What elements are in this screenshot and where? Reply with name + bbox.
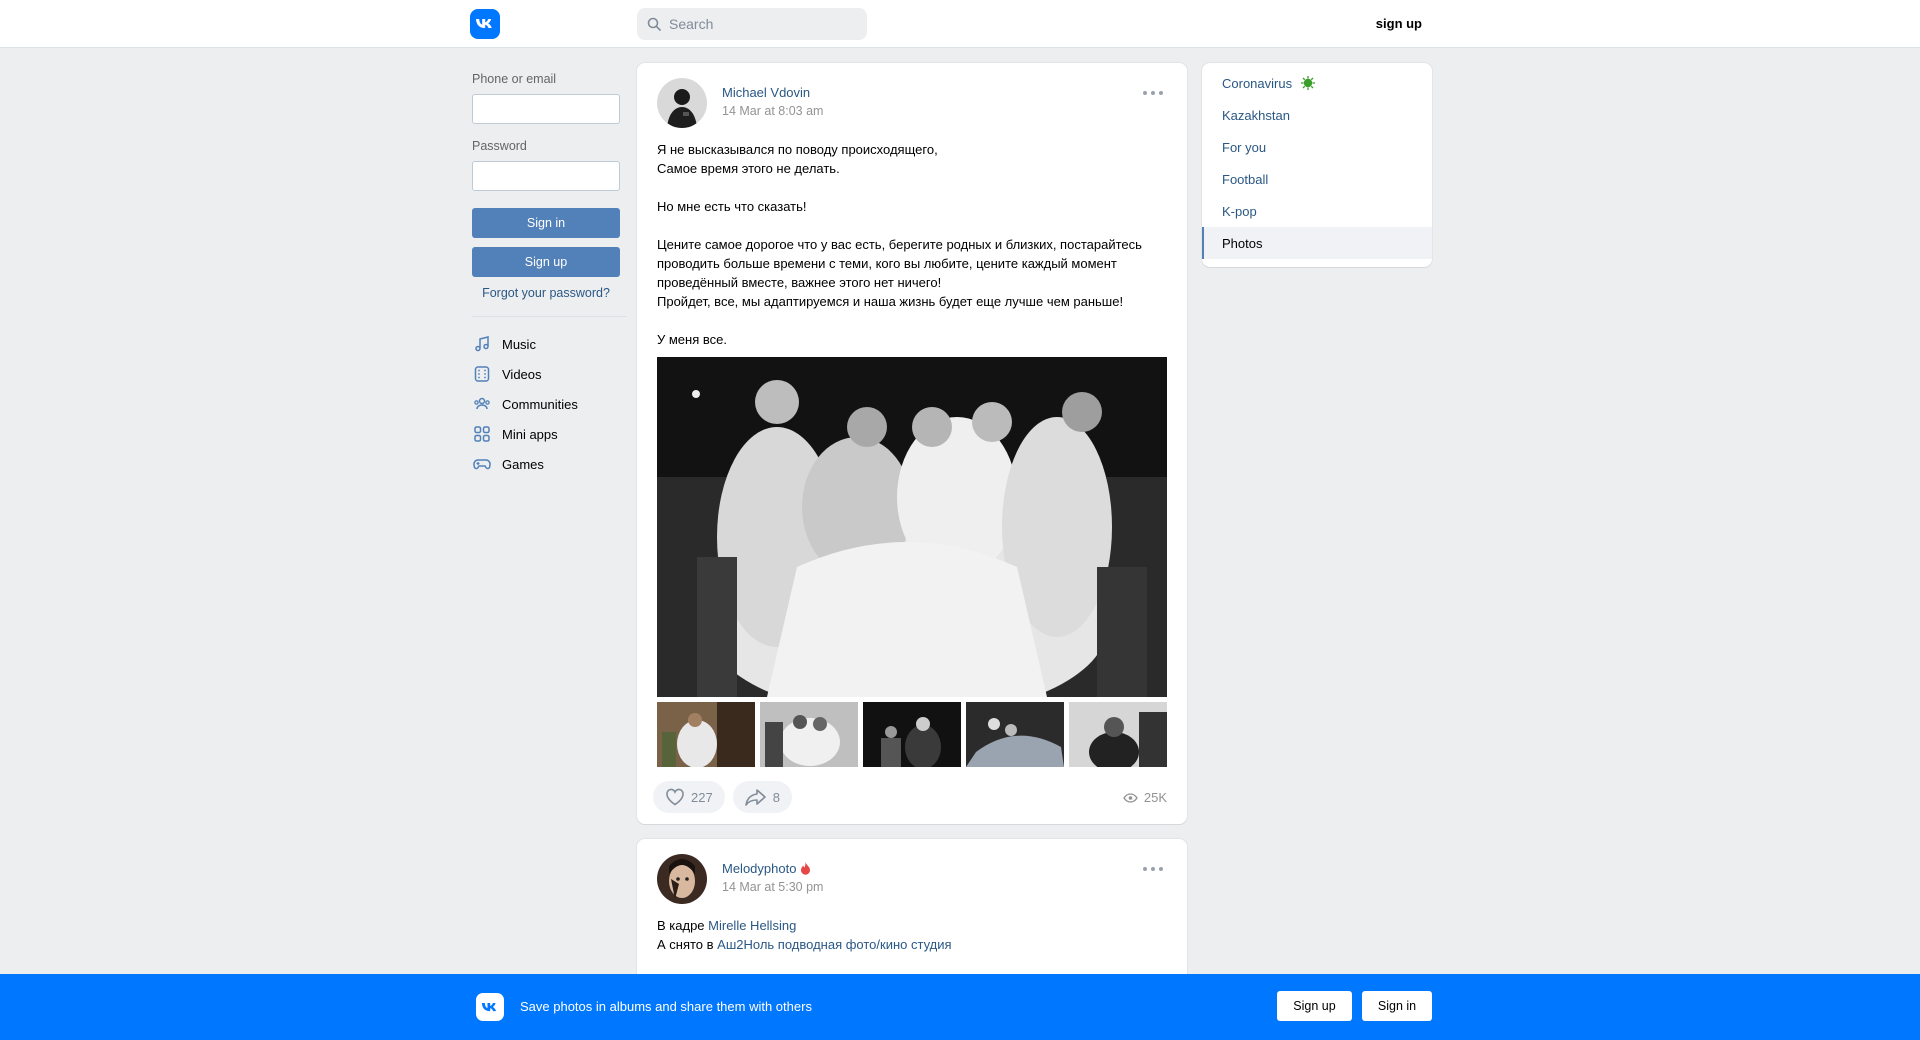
header-signup-link[interactable]: sign up [1376, 16, 1422, 31]
photo-thumbnail[interactable] [966, 702, 1064, 767]
fire-icon [801, 862, 811, 875]
photo-thumbnail[interactable] [1069, 702, 1167, 767]
feed-tab-kpop[interactable]: K-pop [1202, 195, 1432, 227]
photo-thumbnail[interactable] [760, 702, 858, 767]
vk-logo [476, 993, 504, 1021]
feed-tab-photos[interactable]: Photos [1202, 227, 1432, 259]
feed-tab-for-you[interactable]: For you [1202, 131, 1432, 163]
post-line: В кадре Mirelle Hellsing [657, 916, 1167, 935]
feed-tab-kazakhstan[interactable]: Kazakhstan [1202, 99, 1432, 131]
right-feed-menu: Coronavirus Kazakhstan For you Football … [1202, 63, 1432, 267]
sidebar-item-label: Communities [502, 396, 578, 412]
virus-icon [1301, 76, 1316, 90]
post-text: Я не высказывался по поводу происходящег… [657, 140, 1167, 349]
vk-logo-icon [476, 19, 492, 28]
top-header: Search sign up [0, 0, 1920, 48]
post-author-link[interactable]: Melodyphoto [722, 861, 823, 876]
gamepad-icon [472, 454, 492, 474]
share-icon [744, 789, 766, 806]
video-icon [472, 364, 492, 384]
views-counter: 25K [1123, 790, 1167, 805]
post-line: Но мне есть что сказать! [657, 199, 807, 214]
avatar[interactable] [657, 78, 707, 128]
sidebar-item-label: Videos [502, 366, 542, 382]
sidebar-item-label: Games [502, 456, 544, 472]
photo-thumbnail[interactable] [863, 702, 961, 767]
sidebar-item-mini-apps[interactable]: Mini apps [472, 419, 627, 449]
sidebar-item-label: Music [502, 336, 536, 352]
post-text-span: А снято в [657, 937, 718, 952]
share-count: 8 [772, 789, 780, 805]
phone-email-field[interactable] [472, 94, 620, 124]
password-label: Password [472, 139, 527, 153]
post-date[interactable]: 14 Mar at 5:30 pm [722, 880, 823, 894]
communities-icon [472, 394, 492, 414]
divider [472, 316, 627, 317]
photo-thumbnail[interactable] [657, 702, 755, 767]
forgot-password-link[interactable]: Forgot your password? [472, 286, 620, 300]
search-box[interactable]: Search [637, 8, 867, 40]
music-icon [472, 334, 492, 354]
feed-tab-label: Coronavirus [1222, 75, 1293, 91]
post-actions: 227 8 [653, 781, 792, 813]
more-options-icon[interactable] [1143, 867, 1163, 871]
post-line: А снято в Аш2Ноль подводная фото/кино ст… [657, 935, 1167, 954]
eye-icon [1123, 792, 1138, 803]
search-input[interactable]: Search [669, 16, 713, 32]
vk-logo[interactable] [470, 9, 500, 39]
feed-tab-label: K-pop [1222, 203, 1257, 219]
sidebar-item-music[interactable]: Music [472, 329, 627, 359]
avatar[interactable] [657, 854, 707, 904]
post-header: Michael Vdovin 14 Mar at 8:03 am [657, 78, 823, 128]
post-line: У меня все. [657, 332, 727, 347]
post-header: Melodyphoto 14 Mar at 5:30 pm [657, 854, 823, 904]
sidebar-item-videos[interactable]: Videos [472, 359, 627, 389]
password-field[interactable] [472, 161, 620, 191]
like-count: 227 [691, 789, 713, 805]
feed-tab-label: Photos [1222, 235, 1263, 251]
post-date[interactable]: 14 Mar at 8:03 am [722, 104, 823, 118]
post-text-span: В кадре [657, 918, 709, 933]
mini-apps-icon [472, 424, 492, 444]
feed-tab-football[interactable]: Football [1202, 163, 1432, 195]
signup-banner: Save photos in albums and share them wit… [0, 974, 1920, 1040]
like-button[interactable]: 227 [653, 781, 725, 813]
sidebar-item-label: Mini apps [502, 426, 558, 442]
feed-tab-coronavirus[interactable]: Coronavirus [1202, 67, 1432, 99]
phone-label: Phone or email [472, 72, 557, 86]
signup-button[interactable]: Sign up [472, 247, 620, 277]
share-button[interactable]: 8 [732, 781, 792, 813]
search-icon [647, 17, 661, 31]
post-line: Цените самое дорогое что у вас есть, бер… [657, 237, 1142, 290]
post-author-link[interactable]: Michael Vdovin [722, 85, 823, 100]
login-panel: Phone or email Password Sign in Sign up … [472, 72, 627, 479]
view-count: 25K [1143, 790, 1167, 805]
vk-logo-icon [481, 1002, 497, 1011]
post-card: Michael Vdovin 14 Mar at 8:03 am Я не вы… [637, 63, 1187, 824]
feed-tab-label: Kazakhstan [1222, 107, 1290, 123]
author-name: Melodyphoto [722, 861, 797, 876]
mention-link[interactable]: Mirelle Hellsing [708, 918, 796, 933]
sidebar-item-communities[interactable]: Communities [472, 389, 627, 419]
post-text: В кадре Mirelle Hellsing А снято в Аш2Но… [657, 916, 1167, 954]
post-line: Пройдет, все, мы адаптируемся и наша жиз… [657, 294, 1124, 309]
signin-button[interactable]: Sign in [472, 208, 620, 238]
post-line: Я не высказывался по поводу происходящег… [657, 142, 938, 157]
banner-text: Save photos in albums and share them wit… [520, 999, 812, 1014]
more-options-icon[interactable] [1143, 91, 1163, 95]
banner-signup-button[interactable]: Sign up [1277, 991, 1352, 1021]
post-line: Самое время этого не делать. [657, 161, 840, 176]
banner-signin-button[interactable]: Sign in [1362, 991, 1432, 1021]
feed-tab-label: For you [1222, 139, 1267, 155]
feed-tab-label: Football [1222, 171, 1269, 187]
heart-icon [666, 788, 684, 806]
post-main-photo[interactable] [657, 357, 1167, 717]
sidebar-item-games[interactable]: Games [472, 449, 627, 479]
mention-link[interactable]: Аш2Ноль подводная фото/кино студия [717, 937, 951, 952]
post-thumbnails [657, 702, 1167, 767]
